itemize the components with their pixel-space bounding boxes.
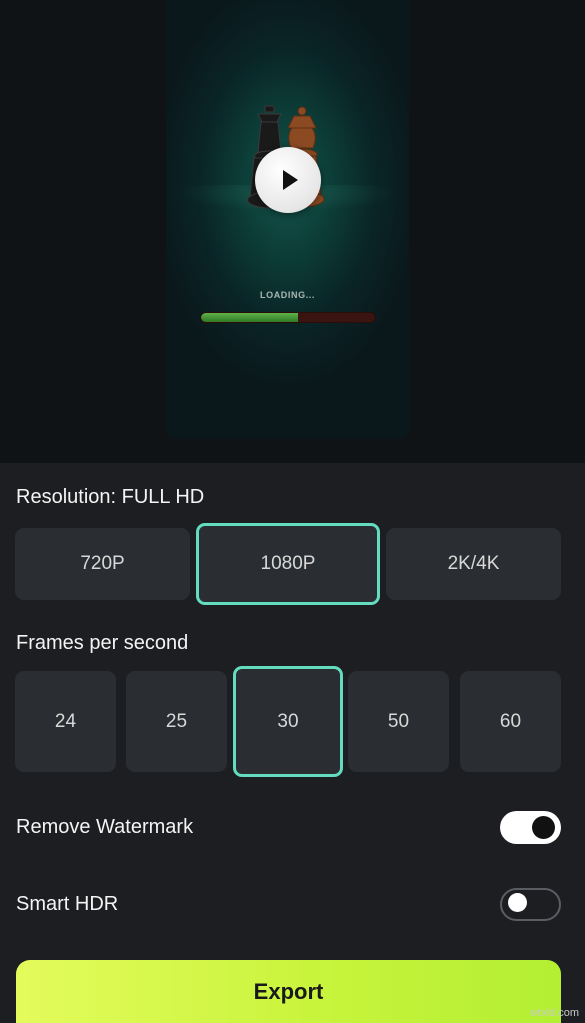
video-preview-area: LOADING... (0, 0, 585, 463)
smart-hdr-toggle[interactable] (500, 888, 561, 921)
video-preview-frame[interactable]: LOADING... (166, 0, 409, 439)
fps-option-50[interactable]: 50 (348, 671, 449, 772)
toggle-knob (532, 816, 555, 839)
loading-progress-bar (200, 312, 376, 323)
play-button[interactable] (255, 147, 321, 213)
play-icon (283, 170, 298, 190)
fps-option-30[interactable]: 30 (233, 666, 343, 777)
site-watermark: wtvid.com (530, 1007, 579, 1019)
fps-option-60[interactable]: 60 (460, 671, 561, 772)
resolution-option-720p[interactable]: 720P (15, 528, 190, 600)
fps-label: Frames per second (16, 632, 189, 654)
fps-option-25[interactable]: 25 (126, 671, 227, 772)
smart-hdr-label: Smart HDR (16, 893, 119, 915)
loading-progress-fill (201, 313, 299, 322)
remove-watermark-toggle[interactable] (500, 811, 561, 844)
toggle-knob (508, 893, 527, 912)
remove-watermark-label: Remove Watermark (16, 816, 194, 838)
resolution-option-2k4k[interactable]: 2K/4K (386, 528, 561, 600)
export-button[interactable]: Export (16, 960, 561, 1023)
fps-option-24[interactable]: 24 (15, 671, 116, 772)
resolution-option-1080p[interactable]: 1080P (196, 523, 380, 605)
resolution-label: Resolution: FULL HD (16, 486, 205, 508)
loading-label: LOADING... (260, 290, 315, 300)
